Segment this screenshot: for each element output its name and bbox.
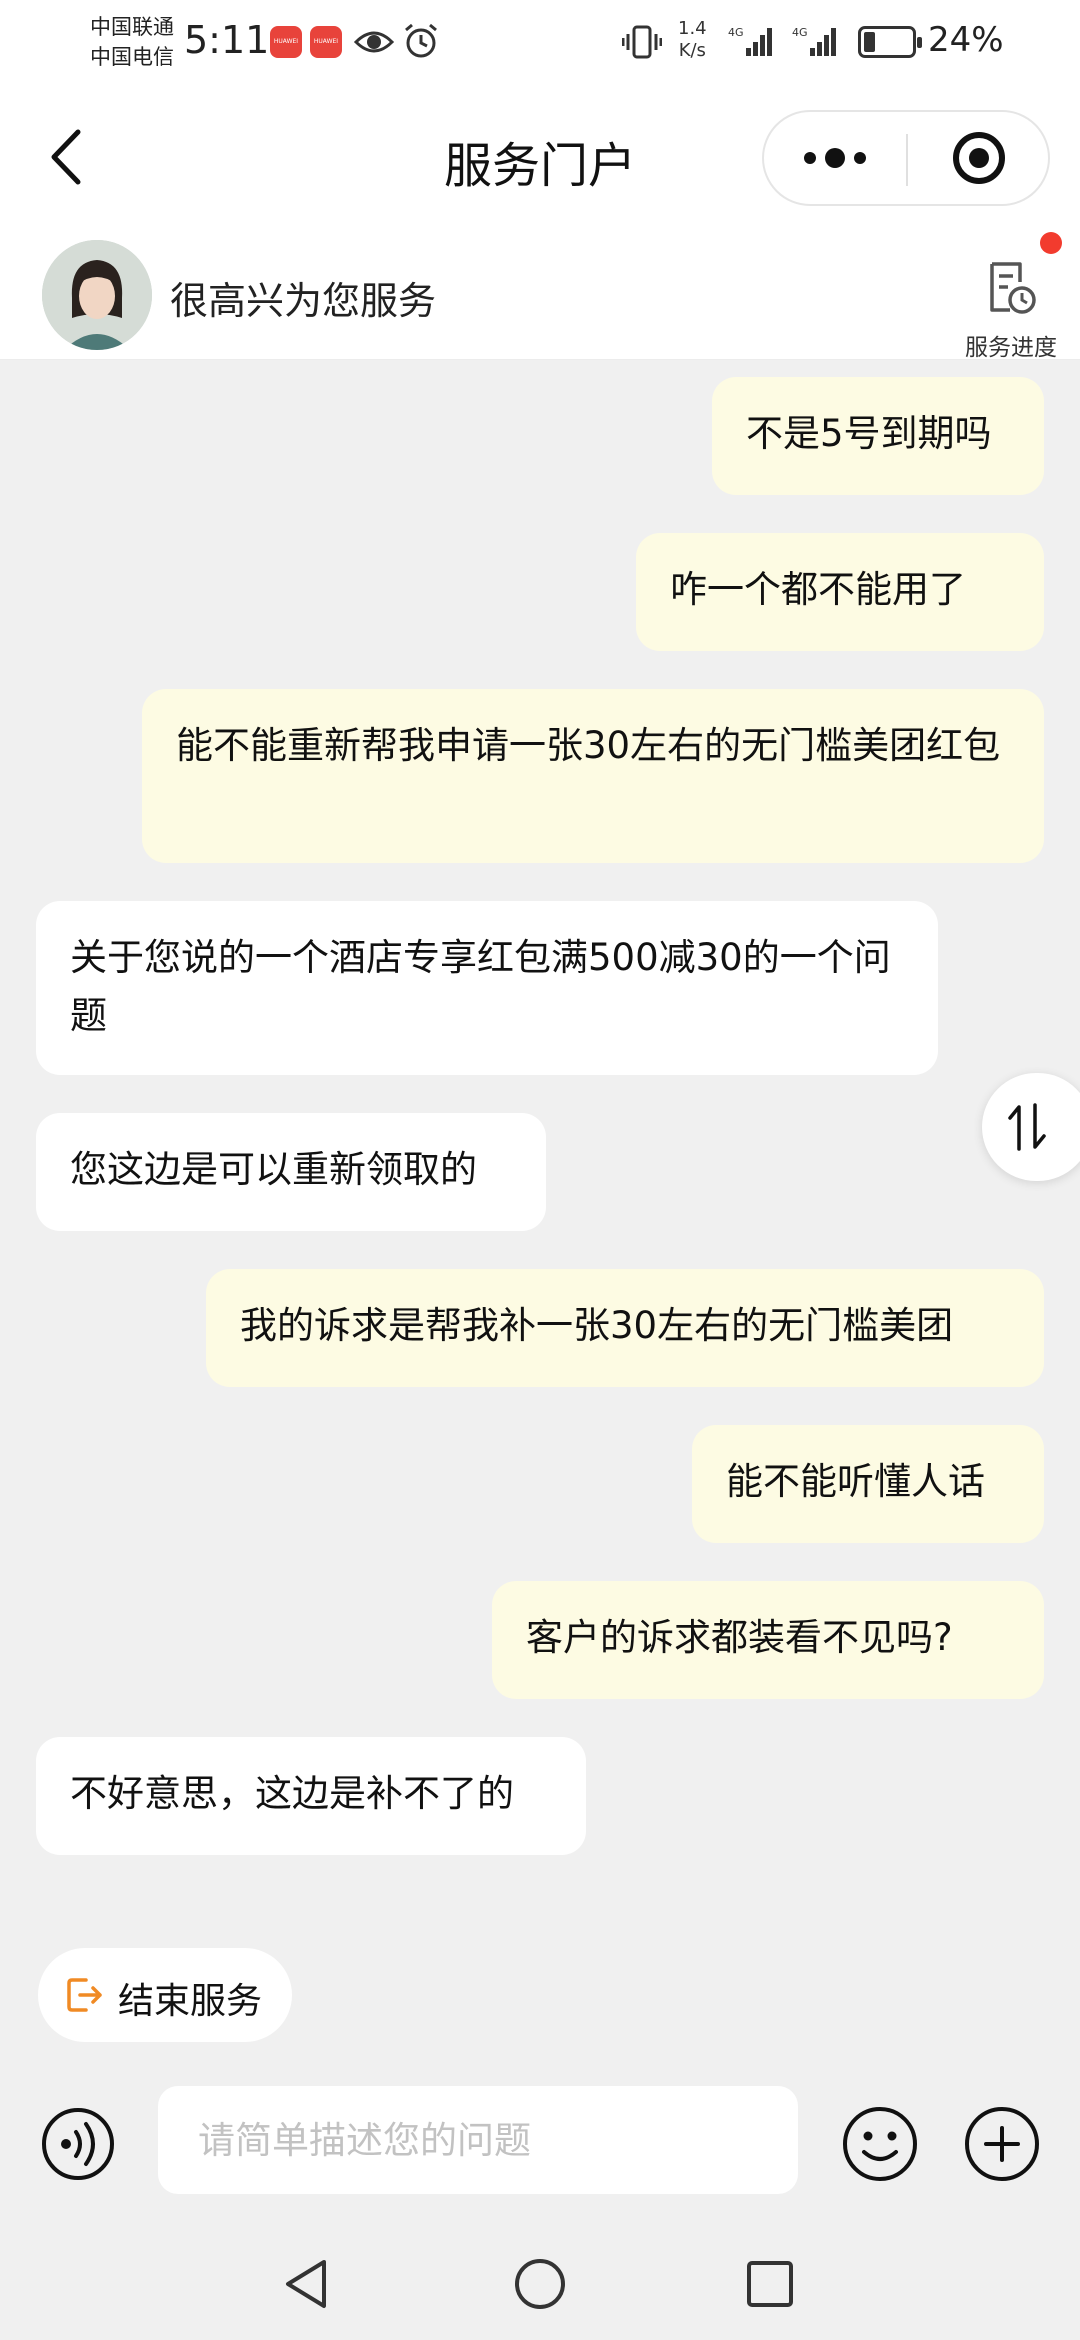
- status-time: 5:11: [184, 18, 270, 62]
- signal-2-label: 4G: [792, 26, 808, 39]
- battery-level: [864, 32, 875, 52]
- signal-1-label: 4G: [728, 26, 744, 39]
- avatar: [42, 240, 152, 350]
- message-bubble-agent: 不好意思，这边是补不了的: [36, 1737, 586, 1855]
- status-bar: 中国联通 中国电信 5:11 HUAWEI HUAWEI 1.4 K/s 4G …: [0, 0, 1080, 86]
- message-bubble-agent: 关于您说的一个酒店专享红包满500减30的一个问题: [36, 901, 938, 1075]
- carrier-1: 中国联通: [90, 15, 174, 39]
- end-service-button[interactable]: 结束服务: [38, 1948, 292, 2042]
- net-speed-value: 1.4: [678, 18, 707, 39]
- eye-icon: [354, 31, 394, 53]
- alarm-icon: [405, 23, 437, 58]
- agent-greeting: 很高兴为您服务: [170, 279, 437, 323]
- system-home-icon[interactable]: [510, 2254, 570, 2314]
- message-bubble-user: 不是5号到期吗: [712, 377, 1044, 495]
- vibrate-icon: [622, 25, 662, 59]
- message-bubble-agent: 您这边是可以重新领取的: [36, 1113, 546, 1231]
- voice-icon[interactable]: [40, 2106, 116, 2182]
- message-bubble-user: 咋一个都不能用了: [636, 533, 1044, 651]
- target-close-icon[interactable]: [908, 112, 1050, 204]
- network-speed: 1.4 K/s: [678, 18, 707, 62]
- signal-icon: 4G: [728, 26, 772, 56]
- message-input-bar: [0, 2066, 1080, 2226]
- plus-icon[interactable]: [962, 2104, 1042, 2184]
- emoji-icon[interactable]: [840, 2104, 920, 2184]
- service-progress-button[interactable]: 服务进度: [952, 246, 1070, 361]
- battery-percent: 24%: [928, 20, 1004, 60]
- system-back-icon[interactable]: [280, 2254, 340, 2314]
- notification-dot: [1040, 232, 1062, 254]
- system-recents-icon[interactable]: [740, 2254, 800, 2314]
- service-progress-label: 服务进度: [965, 335, 1057, 361]
- swap-vertical-button[interactable]: [982, 1073, 1080, 1181]
- agent-avatar-image: [42, 240, 152, 350]
- message-bubble-user: 我的诉求是帮我补一张30左右的无门槛美团: [206, 1269, 1044, 1387]
- message-bubble-user: 能不能重新帮我申请一张30左右的无门槛美团红包: [142, 689, 1044, 863]
- exit-icon: [67, 1978, 102, 2012]
- agent-header: 很高兴为您服务 服务进度: [0, 232, 1080, 361]
- signal-icon: 4G: [792, 26, 836, 56]
- app-badge-icon: HUAWEI: [310, 26, 342, 58]
- chat-message-list[interactable]: 不是5号到期吗 咋一个都不能用了 能不能重新帮我申请一张30左右的无门槛美团红包…: [0, 361, 1080, 1921]
- carrier-info: 中国联通 中国电信: [90, 12, 174, 72]
- message-bubble-user: 客户的诉求都装看不见吗?: [492, 1581, 1044, 1699]
- app-badge-icon: HUAWEI: [270, 26, 302, 58]
- net-speed-unit: K/s: [678, 40, 706, 61]
- more-dots-icon[interactable]: [764, 112, 906, 204]
- swap-vertical-icon: [1008, 1103, 1046, 1151]
- title-bar: 服务门户: [0, 86, 1080, 232]
- system-navigation-bar: [0, 2226, 1080, 2340]
- miniapp-capsule: [762, 110, 1050, 206]
- carrier-2: 中国电信: [90, 45, 174, 69]
- document-clock-icon: [990, 262, 1036, 314]
- end-service-label: 结束服务: [118, 1981, 263, 2022]
- message-input[interactable]: [158, 2086, 798, 2194]
- message-bubble-user: 能不能听懂人话: [692, 1425, 1044, 1543]
- battery-icon: [858, 26, 922, 58]
